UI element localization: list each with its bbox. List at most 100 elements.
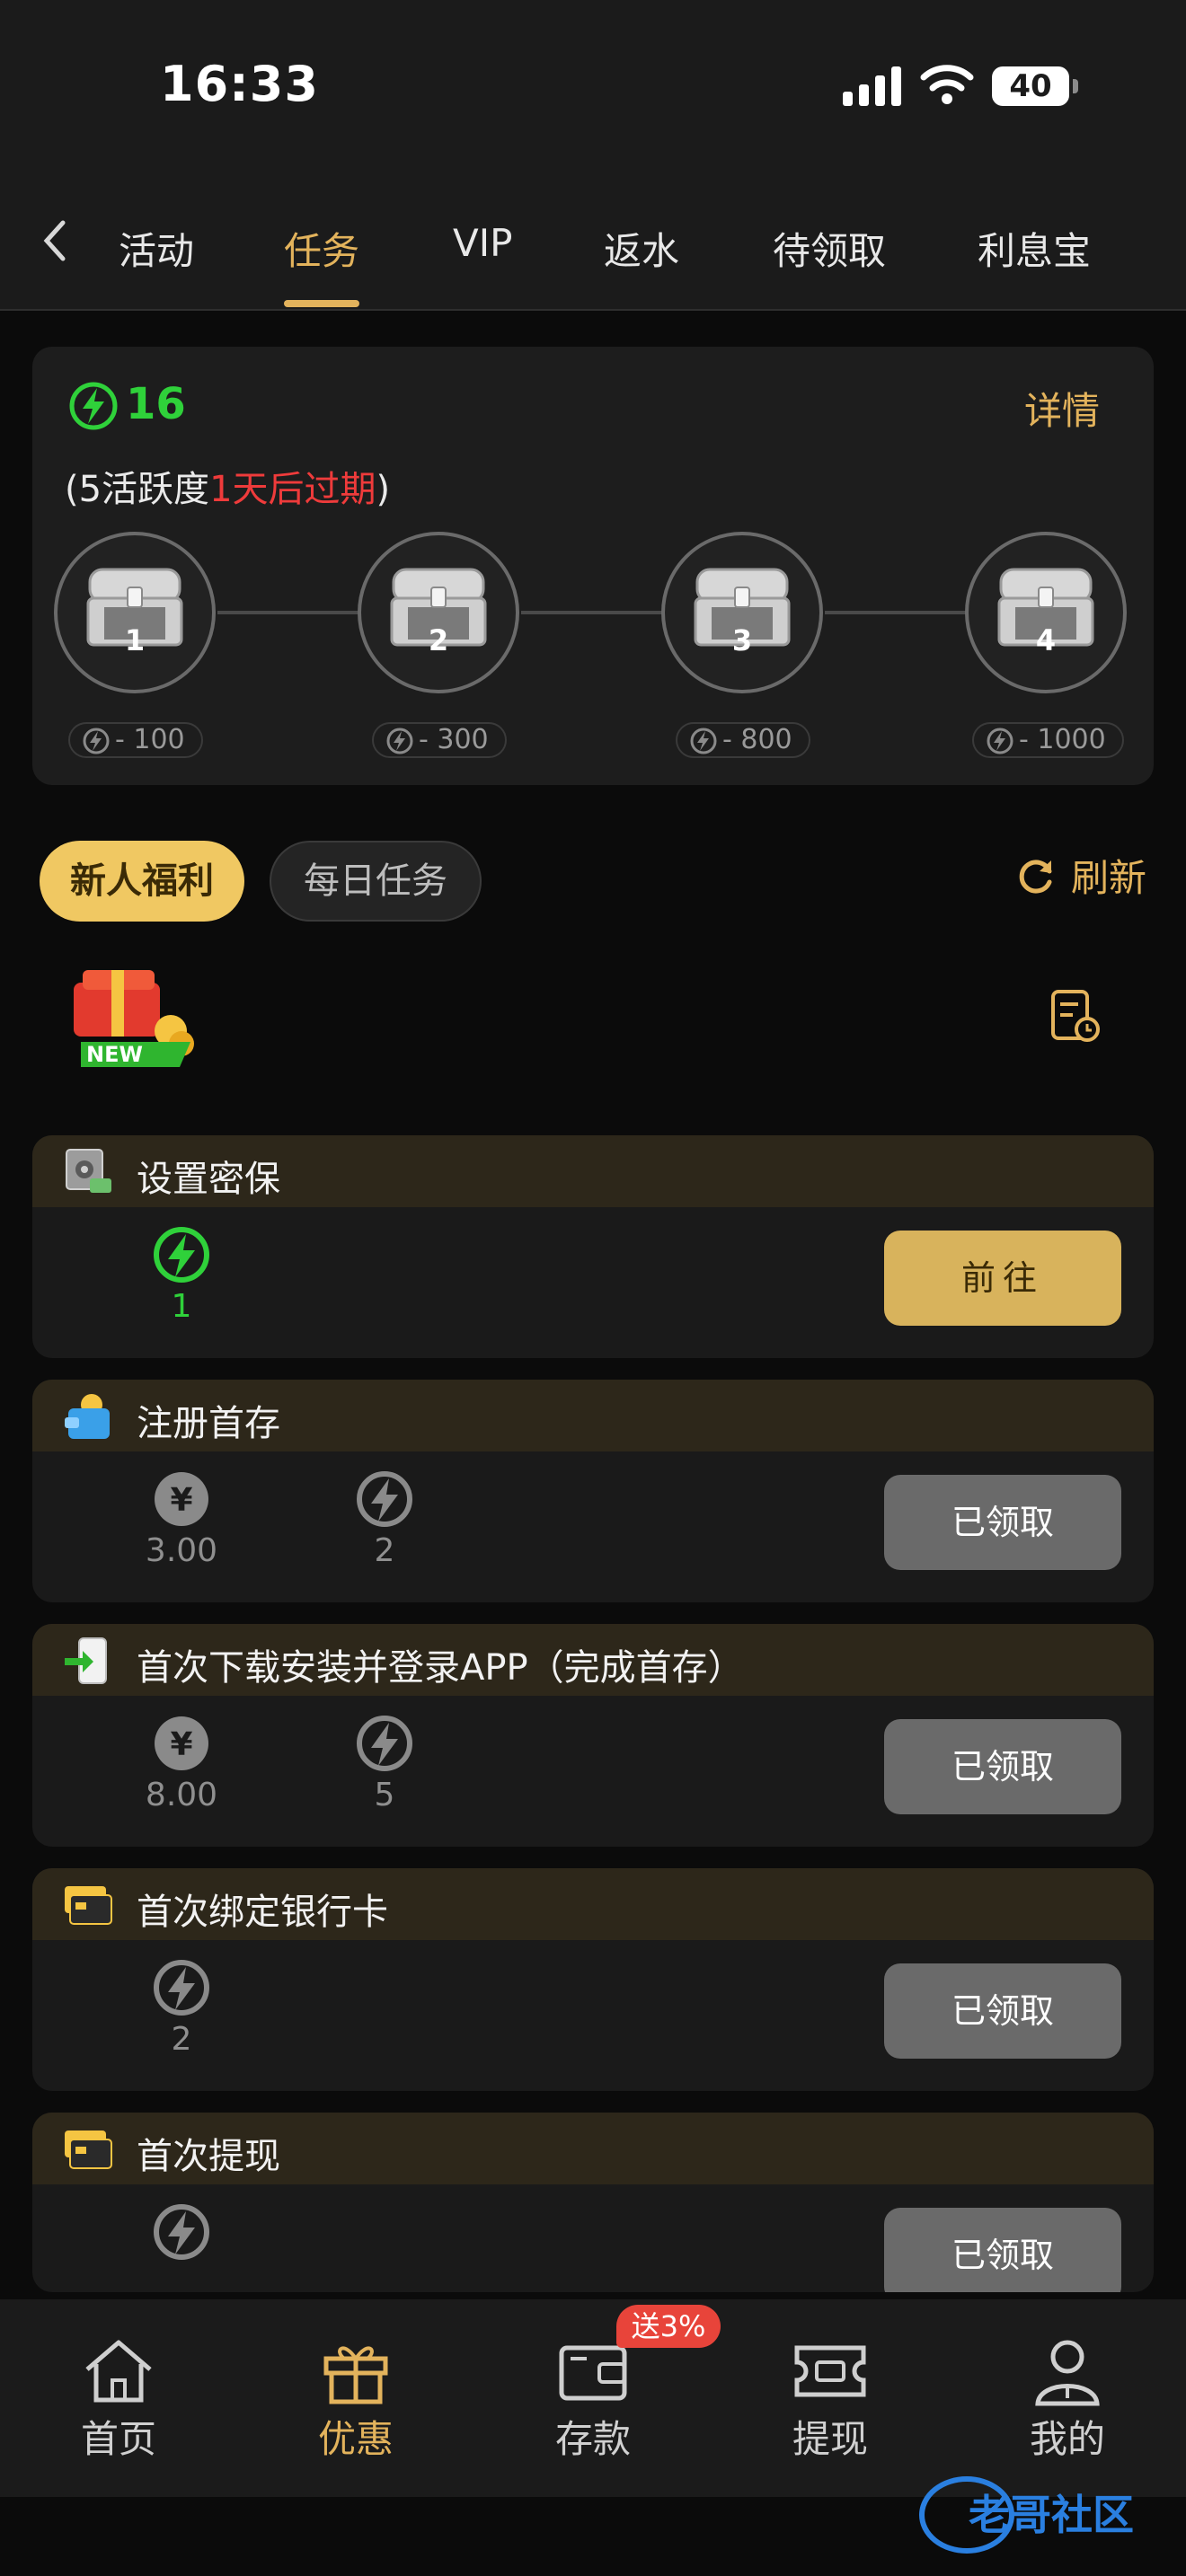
nav-profile[interactable]: 我的 <box>996 2335 1139 2464</box>
tab-interest[interactable]: 利息宝 <box>978 221 1091 276</box>
nav-deposit[interactable]: 存款 <box>521 2335 665 2464</box>
reward-activity: 1 <box>119 1225 244 1325</box>
task-header: 首次绑定银行卡 <box>32 1868 1154 1940</box>
chest-cost-value: - 800 <box>722 724 792 755</box>
bolt-icon <box>690 728 717 754</box>
nav-promotions[interactable]: 优惠 <box>284 2335 428 2464</box>
claimed-button[interactable]: 已领取 <box>884 1719 1121 1814</box>
task-header: 设置密保 <box>32 1135 1154 1207</box>
signal-icon <box>843 66 902 106</box>
claimed-button[interactable]: 已领取 <box>884 1475 1121 1570</box>
user-icon <box>1035 2340 1100 2406</box>
task-header: 首次提现 <box>32 2113 1154 2184</box>
chest-number: 1 <box>124 623 146 657</box>
chest-number: 2 <box>428 623 449 657</box>
bolt-icon <box>154 2204 209 2260</box>
refresh-icon[interactable] <box>1013 853 1058 898</box>
bolt-icon <box>154 1960 209 2016</box>
tab-activity[interactable]: 活动 <box>119 221 194 276</box>
treasure-chest-2[interactable]: 2 <box>358 532 519 693</box>
wallet-coin-icon <box>65 1394 110 1439</box>
progress-arrow <box>217 602 381 623</box>
nav-label: 首页 <box>80 2417 156 2461</box>
detail-link[interactable]: 详情 <box>1024 381 1100 436</box>
refresh-button[interactable]: 刷新 <box>1071 848 1146 903</box>
home-icon <box>85 2340 152 2403</box>
bolt-icon <box>154 1227 209 1283</box>
reward-value: 2 <box>171 2021 192 2058</box>
task-header: 注册首存 <box>32 1380 1154 1451</box>
claimed-button[interactable]: 已领取 <box>884 1963 1121 2059</box>
phone-download-icon <box>65 1637 107 1684</box>
claimed-button[interactable]: 已领取 <box>884 2208 1121 2292</box>
nav-withdraw[interactable]: 提现 <box>758 2335 902 2464</box>
watermark-text: 老哥社区 <box>969 2491 1134 2539</box>
go-button[interactable]: 前往 <box>884 1231 1121 1326</box>
activity-card: 16 详情 (5活跃度1天后过期) 1 2 3 4 - 100 - 300 - … <box>32 347 1154 785</box>
task-title: 首次下载安装并登录APP（完成首存） <box>137 1647 744 1689</box>
back-arrow-icon[interactable] <box>36 214 72 268</box>
nav-home[interactable]: 首页 <box>47 2335 190 2464</box>
task-card-first-deposit: 注册首存 ¥ 3.00 2 已领取 <box>32 1380 1154 1602</box>
bolt-icon <box>357 1471 412 1527</box>
tab-vip[interactable]: VIP <box>453 221 512 265</box>
yuan-coin-icon: ¥ <box>155 1472 208 1526</box>
bolt-icon <box>83 728 110 754</box>
active-tab-indicator <box>284 300 359 307</box>
activity-bolt-icon <box>69 382 118 430</box>
nav-label: 存款 <box>554 2417 631 2461</box>
expire-countdown: 1天后过期 <box>209 469 376 510</box>
svg-text:¥: ¥ <box>170 1726 192 1763</box>
treasure-chest-4[interactable]: 4 <box>965 532 1127 693</box>
deposit-promo-badge: 送3% <box>616 2305 721 2348</box>
task-card-first-withdraw: 首次提现 已领取 <box>32 2113 1154 2292</box>
reward-value: 8.00 <box>145 1777 218 1813</box>
bolt-icon <box>357 1716 412 1771</box>
new-gift-badge-icon: NEW <box>74 970 194 1067</box>
reward-value: 2 <box>374 1532 395 1569</box>
chest-cost-4: - 1000 <box>972 722 1124 758</box>
nav-label: 提现 <box>792 2417 868 2461</box>
activity-points: 16 <box>126 379 186 429</box>
treasure-chest-3[interactable]: 3 <box>661 532 823 693</box>
yuan-coin-icon: ¥ <box>155 1716 208 1770</box>
reward-money: ¥ 3.00 <box>119 1469 244 1569</box>
chest-cost-value: - 1000 <box>1019 724 1106 755</box>
reward-value: 3.00 <box>145 1532 218 1569</box>
expire-suffix: ) <box>376 469 391 510</box>
status-bar: 16:33 40 <box>0 0 1186 180</box>
tab-pending[interactable]: 待领取 <box>773 221 886 276</box>
bolt-icon <box>987 728 1013 754</box>
tab-rebate[interactable]: 返水 <box>604 221 679 276</box>
watermark-logo: 老哥社区 <box>919 2476 1134 2554</box>
nav-label: 我的 <box>1029 2417 1105 2461</box>
status-time: 16:33 <box>160 56 319 112</box>
reward-activity: 2 <box>322 1469 447 1569</box>
chest-cost-2: - 300 <box>372 722 507 758</box>
task-record-icon[interactable] <box>1049 988 1102 1045</box>
expire-note: (5活跃度1天后过期) <box>65 460 390 512</box>
progress-arrow <box>521 602 685 623</box>
safe-icon <box>66 1149 111 1193</box>
reward-activity: 5 <box>322 1714 447 1813</box>
task-title: 设置密保 <box>137 1159 280 1200</box>
chest-number: 3 <box>731 623 753 657</box>
gift-icon <box>323 2346 388 2404</box>
reward-value: 5 <box>374 1777 395 1813</box>
svg-text:¥: ¥ <box>170 1482 192 1519</box>
battery-indicator: 40 <box>992 66 1078 106</box>
tab-tasks[interactable]: 任务 <box>284 221 359 276</box>
new-user-benefits-tab[interactable]: 新人福利 <box>40 841 244 922</box>
treasure-chest-1[interactable]: 1 <box>54 532 216 693</box>
task-card-bind-bank-card: 首次绑定银行卡 2 已领取 <box>32 1868 1154 2091</box>
chest-cost-3: - 800 <box>676 722 810 758</box>
chest-cost-value: - 300 <box>419 724 489 755</box>
bank-card-icon <box>65 1886 112 1925</box>
new-badge-text: NEW <box>86 1042 143 1067</box>
chest-cost-1: - 100 <box>68 722 203 758</box>
bank-card-icon <box>65 2130 112 2169</box>
daily-tasks-tab[interactable]: 每日任务 <box>270 841 482 922</box>
task-title: 首次绑定银行卡 <box>137 1892 388 1933</box>
task-card-download-app: 首次下载安装并登录APP（完成首存） ¥ 8.00 5 已领取 <box>32 1624 1154 1847</box>
withdraw-icon <box>794 2345 866 2397</box>
